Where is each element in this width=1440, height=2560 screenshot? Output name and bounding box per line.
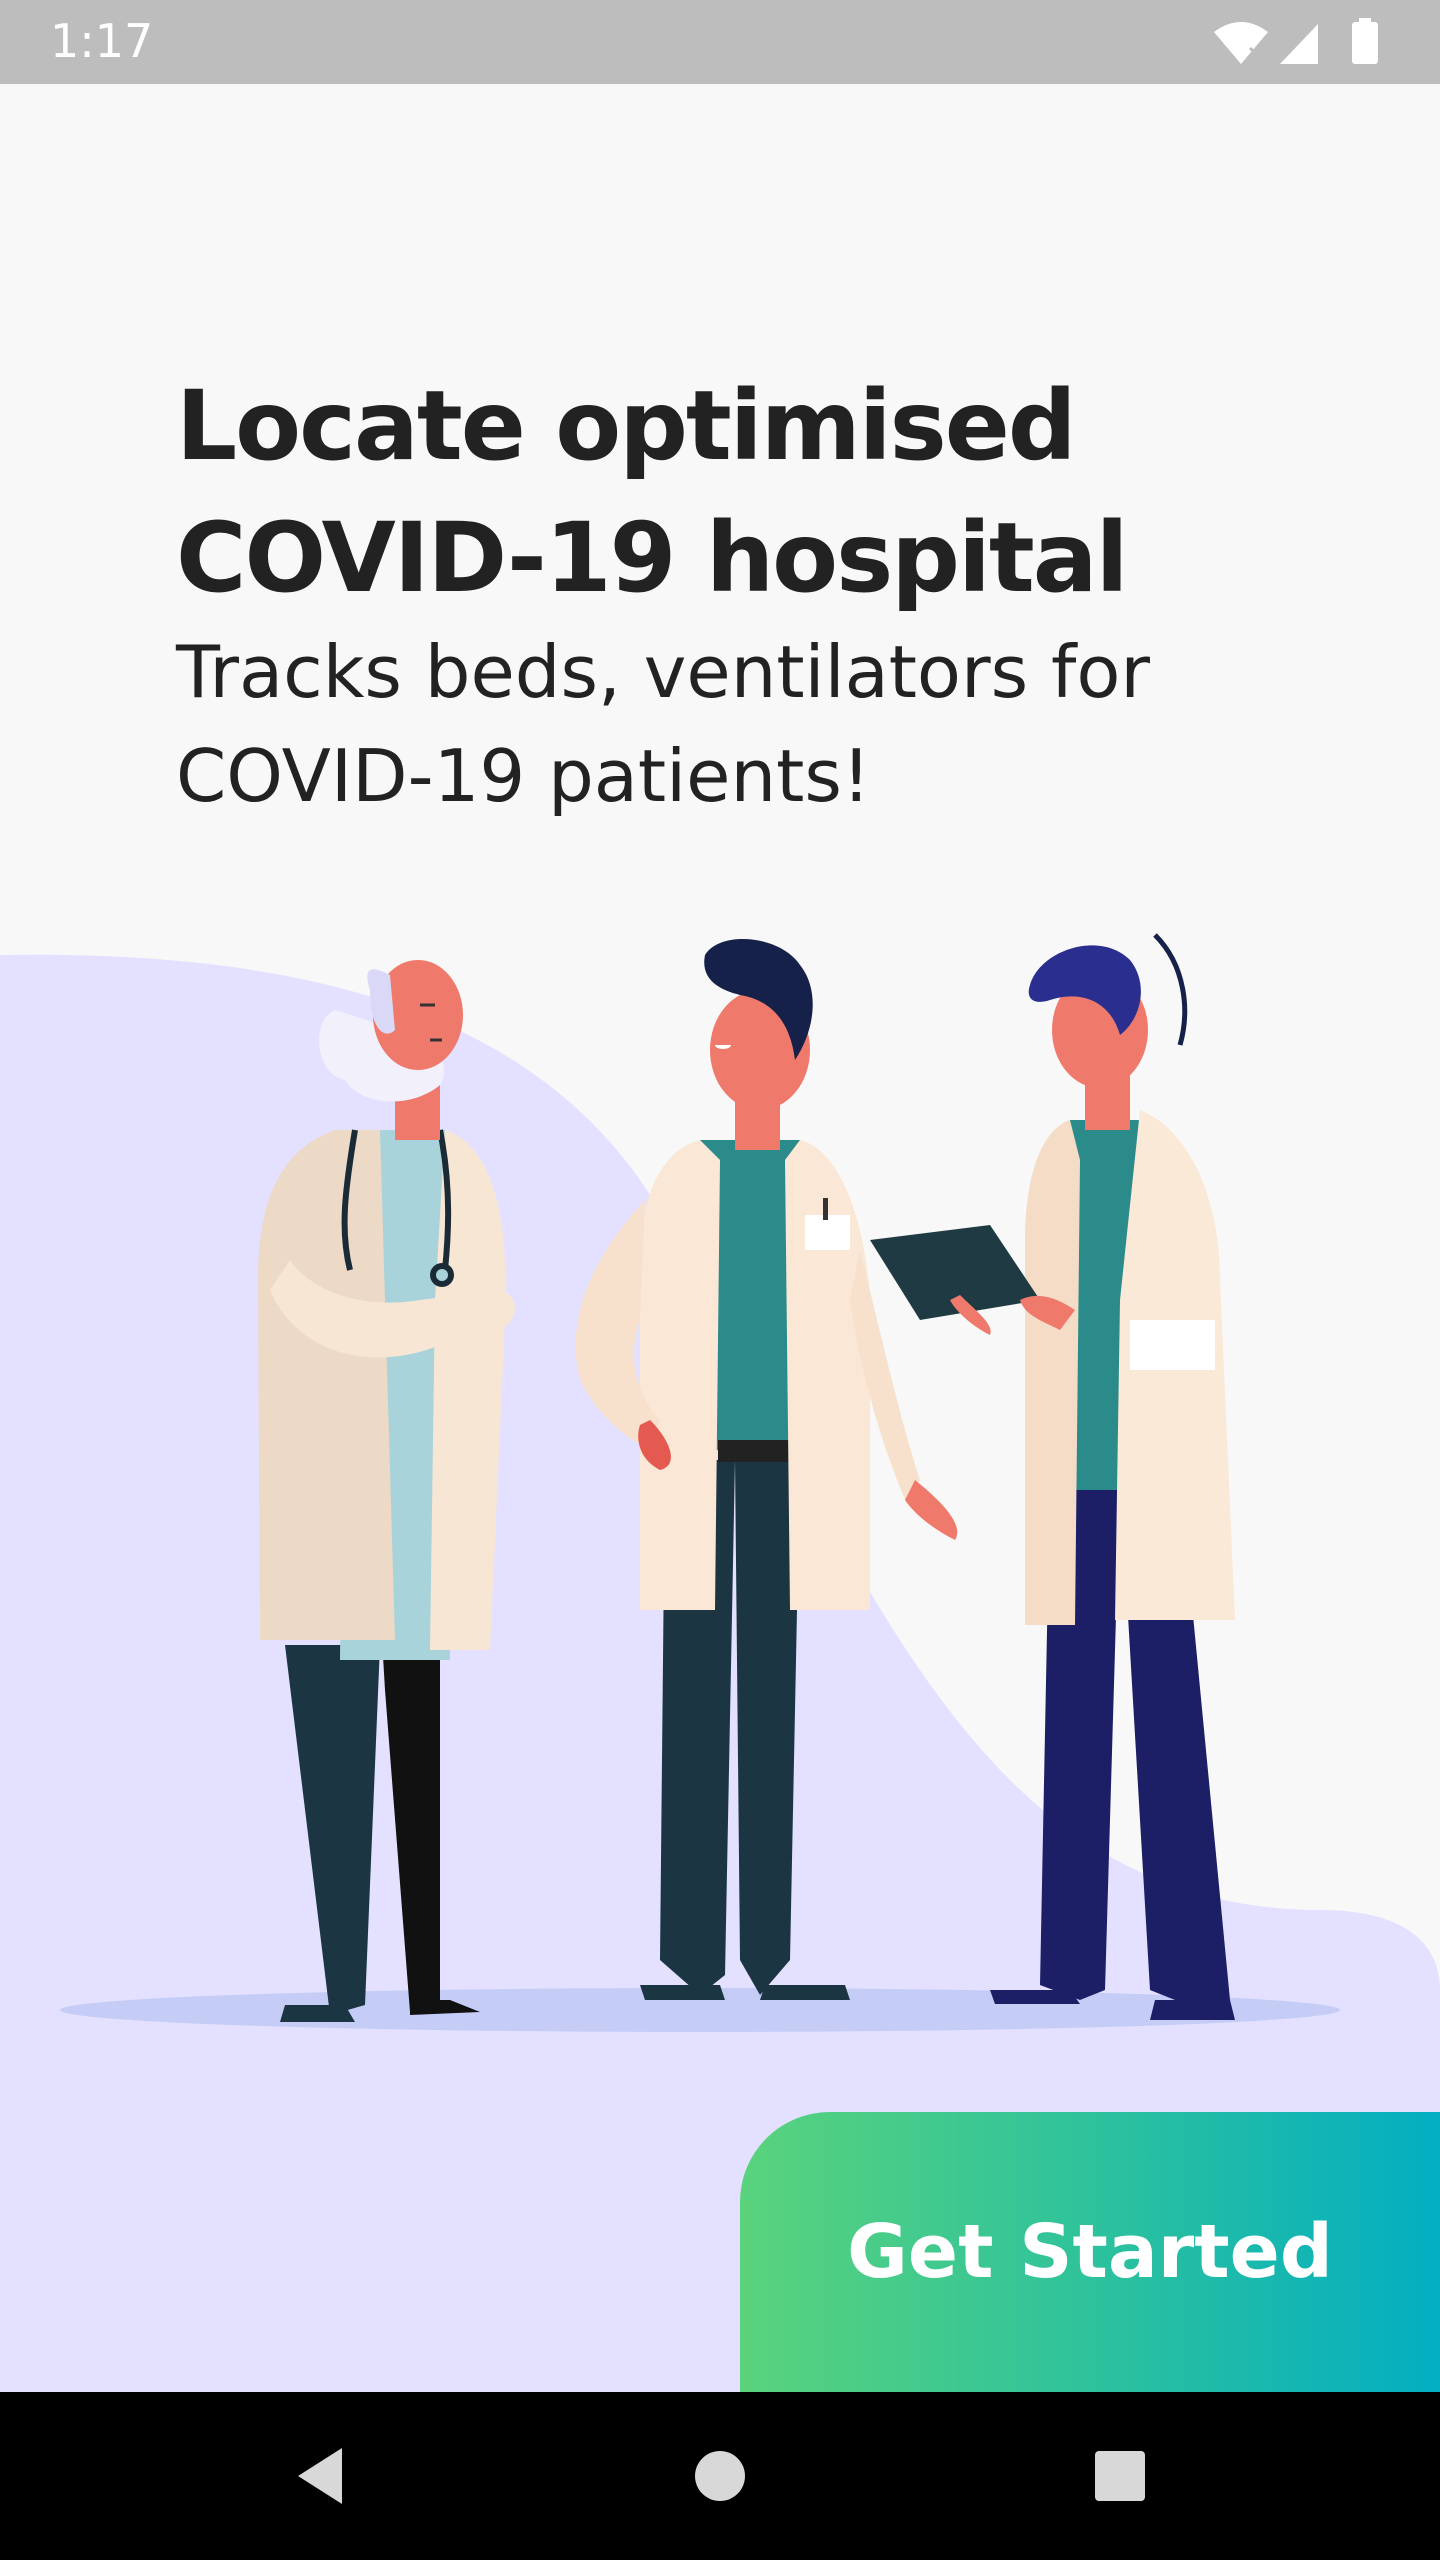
back-icon — [298, 2448, 342, 2504]
get-started-label: Get Started — [847, 2209, 1333, 2295]
headline-line-1: Locate optimised — [176, 370, 1077, 482]
onboarding-subtitle: Tracks beds, ventilators for COVID-19 pa… — [176, 620, 1276, 828]
home-icon — [695, 2451, 745, 2501]
recents-button[interactable] — [1036, 2392, 1204, 2560]
navigation-bar — [0, 2392, 1440, 2560]
subtitle-line-1: Tracks beds, ventilators for — [176, 630, 1150, 714]
recents-icon — [1095, 2451, 1145, 2501]
headline-line-2: COVID-19 hospital — [176, 502, 1128, 614]
doctors-illustration — [0, 933, 1440, 2392]
onboarding-headline: Locate optimised COVID-19 hospital — [176, 360, 1276, 624]
subtitle-line-2: COVID-19 patients! — [176, 734, 871, 818]
back-button[interactable] — [236, 2392, 404, 2560]
home-button[interactable] — [636, 2392, 804, 2560]
get-started-button[interactable]: Get Started — [740, 2112, 1440, 2392]
